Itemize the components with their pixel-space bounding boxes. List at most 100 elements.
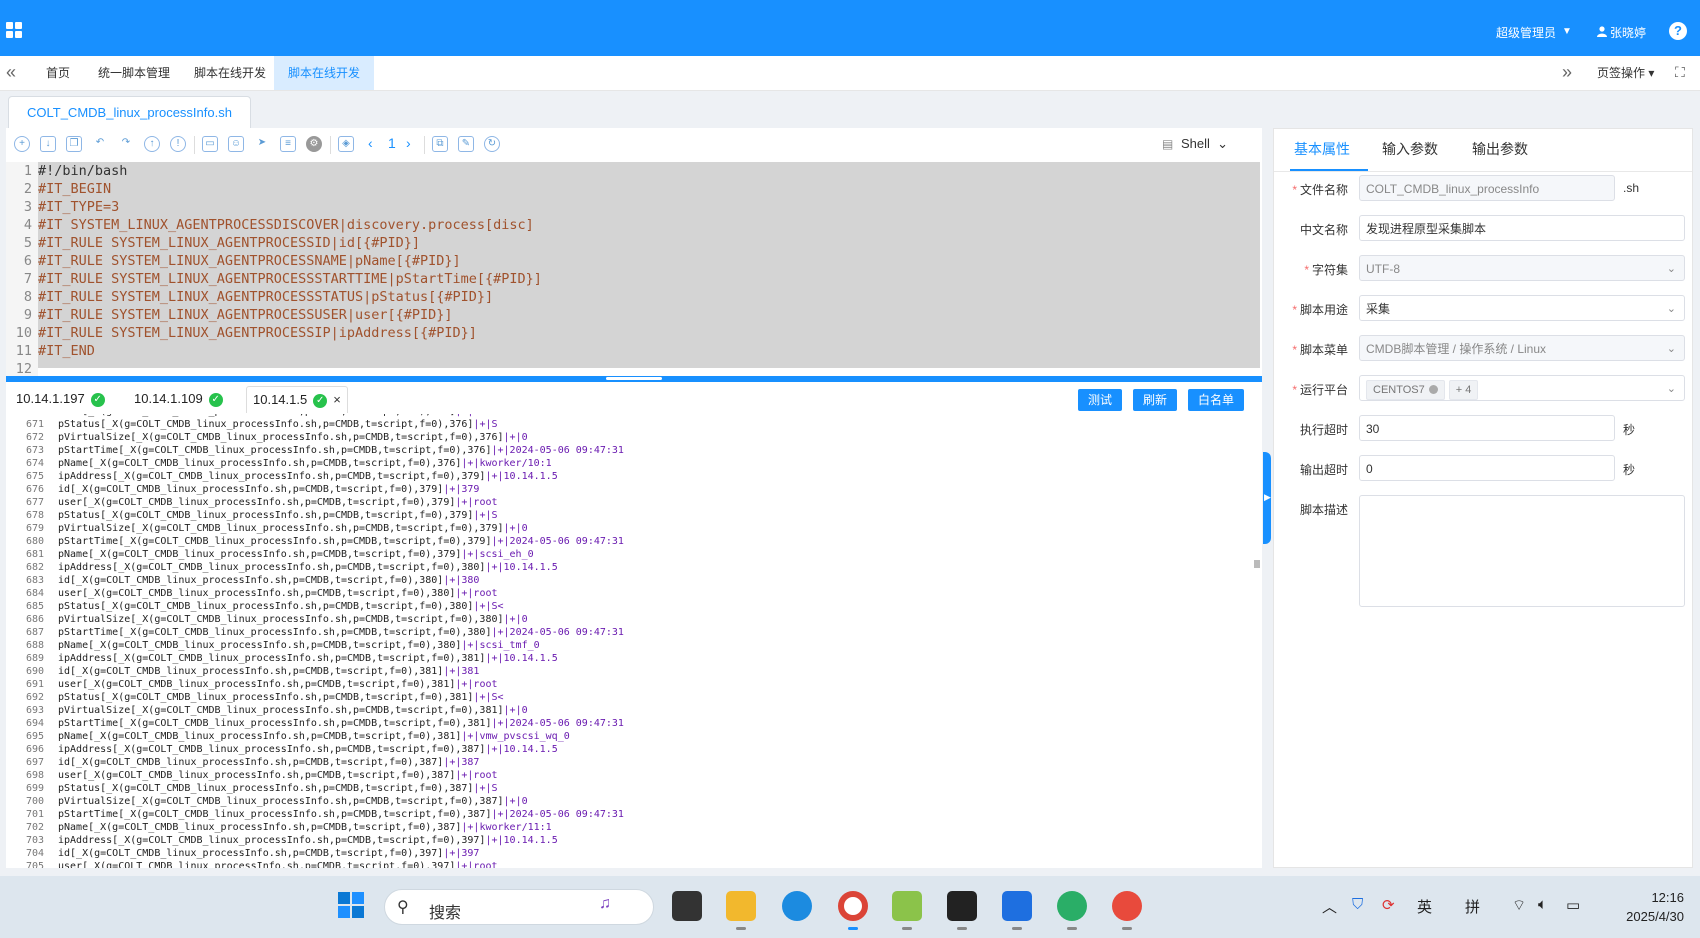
app-icon[interactable] [1112,891,1142,930]
copy-icon[interactable]: ❐ [66,136,82,152]
charset-select[interactable]: UTF-8 ⌄ [1359,255,1685,281]
refresh-button[interactable]: 刷新 [1133,389,1178,411]
server-tab[interactable]: 10.14.1.109 ✓ [128,386,229,412]
image-editor-icon[interactable] [892,891,922,930]
security-shield-icon[interactable]: ⛉ [1352,896,1363,913]
search-icon: ⚲ [397,899,409,916]
task-view-icon[interactable] [672,891,702,921]
wechat-icon[interactable] [1057,891,1087,930]
output-line: 694 pStartTime[_X(g=COLT_CMDB_linux_proce… [25,718,624,729]
upload-cloud-icon[interactable]: ↑ [144,136,160,152]
feishu-icon[interactable] [1002,891,1032,930]
chevron-down-icon: ⌄ [1666,263,1676,275]
server-tab-active[interactable]: 10.14.1.5 ✓ × [246,386,348,413]
scroll-right-icon[interactable]: » [1562,62,1572,83]
cn-name-input[interactable]: 发现进程原型采集脚本 [1359,215,1685,241]
language-select[interactable]: Shell ⌄ [1181,136,1228,152]
chrome-browser-icon[interactable] [838,891,868,930]
menu-label: * 脚本菜单 [1292,343,1348,357]
output-line: 685 pStatus[_X(g=COLT_CMDB_linux_processI… [25,601,504,612]
info-icon[interactable]: ! [170,136,186,152]
apps-grid-icon[interactable] [6,22,24,40]
document-icon[interactable]: ≡ [280,136,296,152]
output-line: 674 pName[_X(g=COLT_CMDB_linux_processInf… [25,458,552,469]
tab-home[interactable]: 首页 [32,56,84,90]
file-ext: .sh [1623,181,1640,195]
output-line: 699 pStatus[_X(g=COLT_CMDB_linux_processI… [25,783,498,794]
page-number: 1 [388,135,396,151]
cn-name-label: 中文名称 [1299,223,1348,237]
success-check-icon: ✓ [90,392,105,407]
tab-basic-properties[interactable]: 基本属性 [1294,139,1350,159]
user-share-icon[interactable]: ☺ [228,136,244,152]
success-check-icon: ✓ [313,393,328,408]
role-dropdown-icon[interactable]: ▼ [1562,26,1572,37]
tab-script-dev[interactable]: 脚本在线开发 [180,56,280,90]
server-tabs-bar: 10.14.1.197 ✓ 10.14.1.109 ✓ 10.14.1.5 ✓ × 测试… [6,382,1262,415]
page-ops-dropdown[interactable]: 页签操作 ▾ [1597,56,1654,90]
output-console[interactable]: 670user[_X(g=COLT_CMDB_linux_processInfo… [6,414,1262,868]
close-icon[interactable]: × [333,392,341,407]
download-icon[interactable]: ↓ [40,136,56,152]
desc-textarea[interactable] [1359,495,1685,607]
refresh-icon[interactable]: ↻ [484,136,500,152]
file-tab[interactable]: COLT_CMDB_linux_processInfo.sh [8,96,251,129]
ime-mode[interactable]: 拼 [1465,896,1480,917]
help-icon[interactable]: ? [1669,22,1687,40]
server-tab[interactable]: 10.14.1.197 ✓ [10,386,111,412]
edit-icon[interactable]: ✎ [458,136,474,152]
output-line: 677 user[_X(g=COLT_CMDB_linux_processInfo… [25,497,498,508]
terminal-icon[interactable] [947,891,977,930]
platform-select[interactable]: CENTOS7 + 4 ⌄ [1359,375,1685,401]
output-line: 679 pVirtualSize[_X(g=COLT_CMDB_linux_pro… [25,523,528,534]
menu-cascader[interactable]: CMDB脚本管理 / 操作系统 / Linux ⌄ [1359,335,1685,361]
exec-timeout-input[interactable]: 30 [1359,415,1615,441]
edge-browser-icon[interactable] [782,891,812,921]
platform-tag: CENTOS7 [1366,379,1445,400]
prev-page-icon[interactable]: ‹ [368,135,373,151]
file-name-input[interactable]: COLT_CMDB_linux_processInfo [1359,175,1615,201]
new-icon[interactable]: + [14,136,30,152]
tray-expand-icon[interactable]: ︿ [1322,896,1337,917]
ime-language[interactable]: 英 [1417,896,1432,917]
output-scrollbar[interactable] [1254,560,1260,568]
redo-icon[interactable]: ↷ [118,136,134,152]
user-name[interactable]: 张晓婷 [1610,24,1646,41]
whitelist-button[interactable]: 白名单 [1188,389,1245,411]
tab-script-dev-active[interactable]: 脚本在线开发 [274,56,375,90]
save-icon[interactable]: ▭ [202,136,218,152]
settings-icon[interactable]: ⚙ [306,136,322,152]
output-line: 702 pName[_X(g=COLT_CMDB_linux_processInf… [25,822,552,833]
output-line: 705 user[_X(g=COLT_CMDB_linux_processInfo… [25,861,498,868]
code-editor[interactable]: 1 #!/bin/bash 2 #IT_BEGIN 3 #IT_TYPE=3 4 #IT SY… [6,162,1262,376]
panel-collapse-handle[interactable]: ▶ [1263,452,1271,544]
battery-icon[interactable]: ▭ [1566,896,1580,914]
purpose-select[interactable]: 采集 ⌄ [1359,295,1685,321]
sync-icon[interactable]: ⟳ [1382,896,1395,914]
output-line: 693 pVirtualSize[_X(g=COLT_CMDB_linux_pro… [25,705,528,716]
test-button[interactable]: 测试 [1078,389,1123,411]
next-page-icon[interactable]: › [406,135,411,151]
clock-date[interactable]: 2025/4/30 [1594,909,1684,924]
scroll-left-icon[interactable]: « [6,62,16,83]
clock-time[interactable]: 12:16 [1614,890,1684,905]
windows-start-icon[interactable] [337,891,367,921]
chevron-down-icon: ⌄ [1666,343,1676,355]
fullscreen-icon[interactable]: ⛶ [1675,64,1685,81]
send-icon[interactable]: ➤ [254,136,270,152]
tab-input-params[interactable]: 输入参数 [1382,139,1438,159]
output-line: 690 id[_X(g=COLT_CMDB_linux_processInfo.s… [25,666,480,677]
user-role-label[interactable]: 超级管理员 [1496,24,1556,41]
tab-script-management[interactable]: 统一脚本管理 [84,56,184,90]
volume-icon[interactable]: 🔈︎ [1538,896,1547,913]
layers-icon[interactable]: ◈ [338,136,354,152]
file-explorer-icon[interactable] [726,891,756,930]
clone-icon[interactable]: ⧉ [432,136,448,152]
wifi-icon[interactable]: ⌔ [1512,896,1526,915]
undo-icon[interactable]: ↶ [92,136,108,152]
page-tabs-bar: « 首页 统一脚本管理 脚本在线开发 脚本在线开发 » 页签操作 ▾ ⛶ [0,56,1700,91]
tab-output-params[interactable]: 输出参数 [1472,139,1528,159]
search-highlight-icon: ♫ [599,895,611,912]
taskbar-search[interactable]: ⚲ 搜索 ♫ [384,889,654,925]
output-timeout-input[interactable]: 0 [1359,455,1615,481]
